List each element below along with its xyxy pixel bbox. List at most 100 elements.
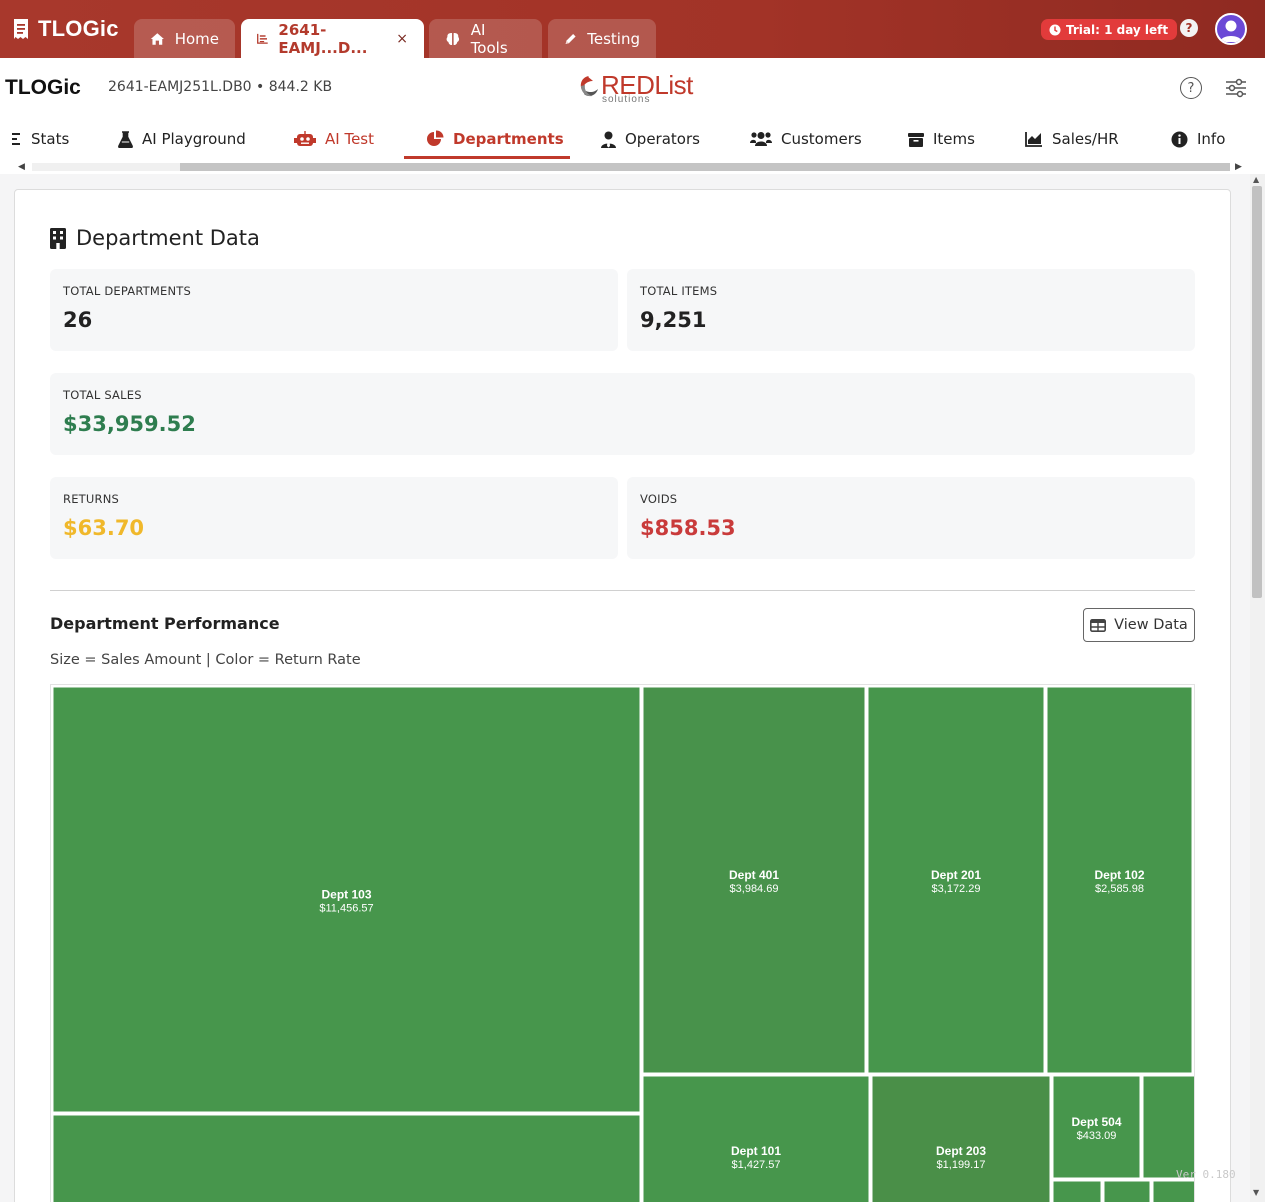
- title-bar: TLOGic Home 2641-EAMJ...D... × AI Tools …: [0, 0, 1265, 58]
- stat-value: 9,251: [640, 308, 707, 332]
- stat-label: RETURNS: [63, 492, 119, 506]
- treemap-cell-dept-203[interactable]: [871, 1075, 1051, 1202]
- page-title: Department Data: [76, 226, 260, 250]
- tab-customers[interactable]: Customers: [750, 118, 862, 160]
- robot-icon: [294, 131, 316, 146]
- section-divider: [50, 590, 1195, 591]
- main-content: Department Data TOTAL DEPARTMENTS 26 TOT…: [0, 174, 1250, 1202]
- stat-label: TOTAL ITEMS: [640, 284, 718, 298]
- trial-badge[interactable]: Trial: 1 day left: [1041, 19, 1178, 40]
- scroll-right-icon[interactable]: ▶: [1235, 162, 1242, 172]
- tab-info-label: Info: [1197, 130, 1226, 148]
- stat-value: $858.53: [640, 516, 736, 540]
- treemap-label-name: Dept 504: [1071, 1115, 1121, 1129]
- treemap-cell[interactable]: [1103, 1180, 1151, 1202]
- page-vertical-scrollbar[interactable]: ▲ ▼: [1250, 174, 1265, 1202]
- tab-ai-playground-label: AI Playground: [142, 130, 246, 148]
- section-title: Department Performance: [50, 614, 280, 633]
- scroll-left-icon[interactable]: ◀: [18, 162, 25, 172]
- trial-label: Trial: 1 day left: [1066, 22, 1169, 37]
- tab-ai-test-label: AI Test: [325, 130, 374, 148]
- view-data-label: View Data: [1114, 617, 1188, 633]
- department-treemap: Dept 103 $11,456.57 Dept 401 $3,984.69 Dept …: [50, 684, 1195, 1202]
- info-icon: [1171, 131, 1188, 147]
- tab-stats[interactable]: Stats: [12, 118, 69, 160]
- tab-label: Testing: [587, 29, 640, 48]
- area-chart-icon: [1025, 132, 1042, 147]
- tab-operators-label: Operators: [625, 130, 700, 148]
- logo-swirl-icon: [580, 76, 598, 97]
- treemap-cell[interactable]: [52, 1114, 641, 1202]
- user-icon: [1220, 20, 1242, 42]
- stat-total-departments: TOTAL DEPARTMENTS 26: [50, 269, 618, 351]
- version-label: Ver 0.180: [1176, 1168, 1236, 1181]
- pie-chart-icon: [427, 130, 444, 146]
- treemap-label-name: Dept 203: [936, 1144, 986, 1158]
- treemap-cell[interactable]: [1142, 1075, 1195, 1179]
- building-icon: [50, 227, 66, 249]
- tabs-horizontal-scrollbar[interactable]: ◀ ▶: [14, 160, 1248, 174]
- treemap-cell[interactable]: [1052, 1180, 1102, 1202]
- treemap-label-value: $3,172.29: [932, 883, 981, 895]
- stat-label: VOIDS: [640, 492, 678, 506]
- section-tabs: Stats AI Playground AI Test Departments: [0, 118, 1265, 160]
- stat-returns: RETURNS $63.70: [50, 477, 618, 559]
- treemap-cell-dept-101[interactable]: [642, 1075, 870, 1202]
- stat-label: TOTAL SALES: [63, 388, 142, 402]
- stat-total-sales: TOTAL SALES $33,959.52: [50, 373, 1195, 455]
- scroll-thumb[interactable]: [1252, 186, 1262, 598]
- treemap-label-name: Dept 401: [729, 868, 779, 882]
- tab-operators[interactable]: Operators: [601, 118, 700, 160]
- tab-ai-playground[interactable]: AI Playground: [118, 118, 246, 160]
- view-data-button[interactable]: View Data: [1083, 608, 1195, 642]
- logo-subtext: solutions: [602, 94, 651, 105]
- help-circle-icon[interactable]: ?: [1180, 77, 1202, 99]
- help-icon[interactable]: ?: [1180, 19, 1198, 37]
- scroll-up-icon[interactable]: ▲: [1253, 175, 1259, 184]
- stat-label: TOTAL DEPARTMENTS: [63, 284, 192, 298]
- close-icon[interactable]: ×: [396, 31, 408, 47]
- page-brand: TLOGic: [5, 76, 81, 99]
- tab-customers-label: Customers: [781, 130, 862, 148]
- department-heading: Department Data: [50, 226, 260, 250]
- scroll-down-icon[interactable]: ▼: [1253, 1188, 1259, 1197]
- tab-database-file[interactable]: 2641-EAMJ...D... ×: [241, 19, 424, 58]
- stat-value: 26: [63, 308, 93, 332]
- active-tab-indicator: [404, 156, 570, 159]
- section-subtitle: Size = Sales Amount | Color = Return Rat…: [50, 652, 361, 668]
- treemap-label-value: $1,427.57: [732, 1159, 781, 1171]
- file-info: 2641-EAMJ251L.DB0 • 844.2 KB: [108, 79, 333, 95]
- box-icon: [908, 132, 924, 147]
- avatar[interactable]: [1215, 13, 1247, 45]
- treemap-label-value: $11,456.57: [319, 903, 373, 915]
- treemap-label-name: Dept 201: [931, 868, 981, 882]
- tab-departments[interactable]: Departments: [426, 118, 564, 160]
- table-icon: [1090, 618, 1107, 632]
- users-icon: [750, 132, 772, 146]
- tab-label: AI Tools: [470, 20, 508, 57]
- tab-info[interactable]: Info: [1171, 118, 1225, 160]
- tab-items[interactable]: Items: [908, 118, 975, 160]
- tab-home[interactable]: Home: [134, 19, 235, 58]
- treemap-label-value: $433.09: [1077, 1130, 1117, 1142]
- treemap-label-name: Dept 103: [321, 888, 371, 902]
- tab-stats-label: Stats: [31, 130, 70, 148]
- treemap-cell[interactable]: [1152, 1180, 1195, 1202]
- stat-value: $63.70: [63, 516, 145, 540]
- tab-ai-tools[interactable]: AI Tools: [429, 19, 542, 58]
- sliders-icon[interactable]: [1225, 78, 1247, 98]
- tab-testing[interactable]: Testing: [548, 19, 656, 58]
- treemap-svg: Dept 103$11,456.57 Dept 401$3,984.69 Dept …: [52, 686, 1195, 1202]
- treemap-label-name: Dept 102: [1094, 868, 1144, 882]
- scroll-thumb[interactable]: [180, 163, 1230, 171]
- stat-voids: VOIDS $858.53: [627, 477, 1195, 559]
- tab-sales-hr[interactable]: Sales/HR: [1025, 118, 1119, 160]
- brain-icon: [446, 32, 460, 45]
- app-brand: TLOGic: [12, 14, 119, 44]
- receipt-icon: [14, 19, 28, 39]
- tab-sales-hr-label: Sales/HR: [1052, 130, 1119, 148]
- stat-total-items: TOTAL ITEMS 9,251: [627, 269, 1195, 351]
- tab-ai-test[interactable]: AI Test: [294, 118, 374, 160]
- department-card: Department Data TOTAL DEPARTMENTS 26 TOT…: [14, 189, 1231, 1202]
- treemap-label-value: $2,585.98: [1095, 883, 1144, 895]
